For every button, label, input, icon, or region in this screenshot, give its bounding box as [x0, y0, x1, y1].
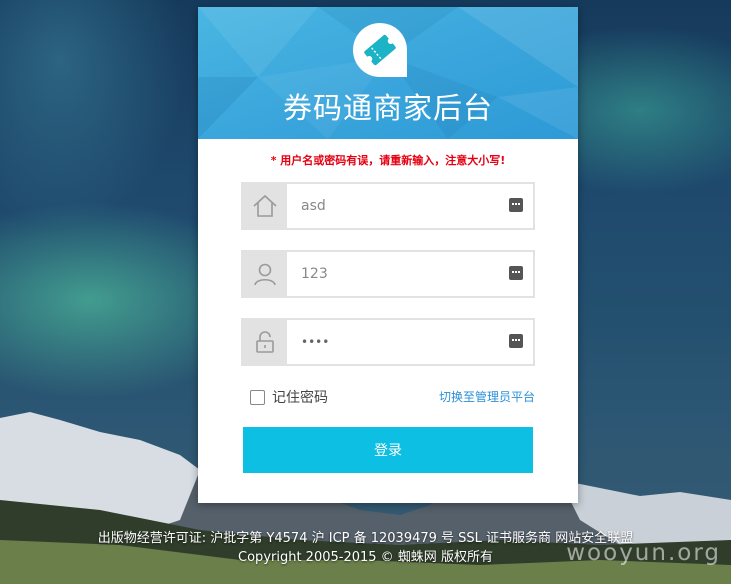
store-input[interactable]: asd [301, 184, 326, 228]
switch-admin-link[interactable]: 切换至管理员平台 [439, 388, 535, 405]
card-header: 券码通商家后台 [198, 7, 578, 139]
remember-password[interactable]: 记住密码 [250, 387, 328, 407]
login-card: 券码通商家后台 * 用户名或密码有误，请重新输入，注意大小写! asd 123 [198, 7, 578, 503]
autofill-key-icon[interactable] [509, 266, 523, 280]
ticket-logo-icon [353, 23, 407, 77]
remember-label: 记住密码 [272, 390, 328, 406]
autofill-key-icon[interactable] [509, 334, 523, 348]
remember-checkbox[interactable] [250, 389, 265, 405]
username-field[interactable]: 123 [241, 250, 535, 298]
password-field[interactable]: •••• [241, 318, 535, 366]
error-message: * 用户名或密码有误，请重新输入，注意大小写! [270, 154, 506, 167]
username-input[interactable]: 123 [301, 252, 328, 296]
home-icon [243, 184, 287, 228]
user-icon [243, 252, 287, 296]
watermark-text: wooyun.org [566, 540, 721, 566]
store-field[interactable]: asd [241, 182, 535, 230]
lock-icon [243, 320, 287, 364]
password-input[interactable]: •••• [301, 320, 329, 364]
login-button[interactable]: 登录 [243, 427, 533, 473]
autofill-key-icon[interactable] [509, 198, 523, 212]
page-title: 券码通商家后台 [282, 91, 493, 125]
